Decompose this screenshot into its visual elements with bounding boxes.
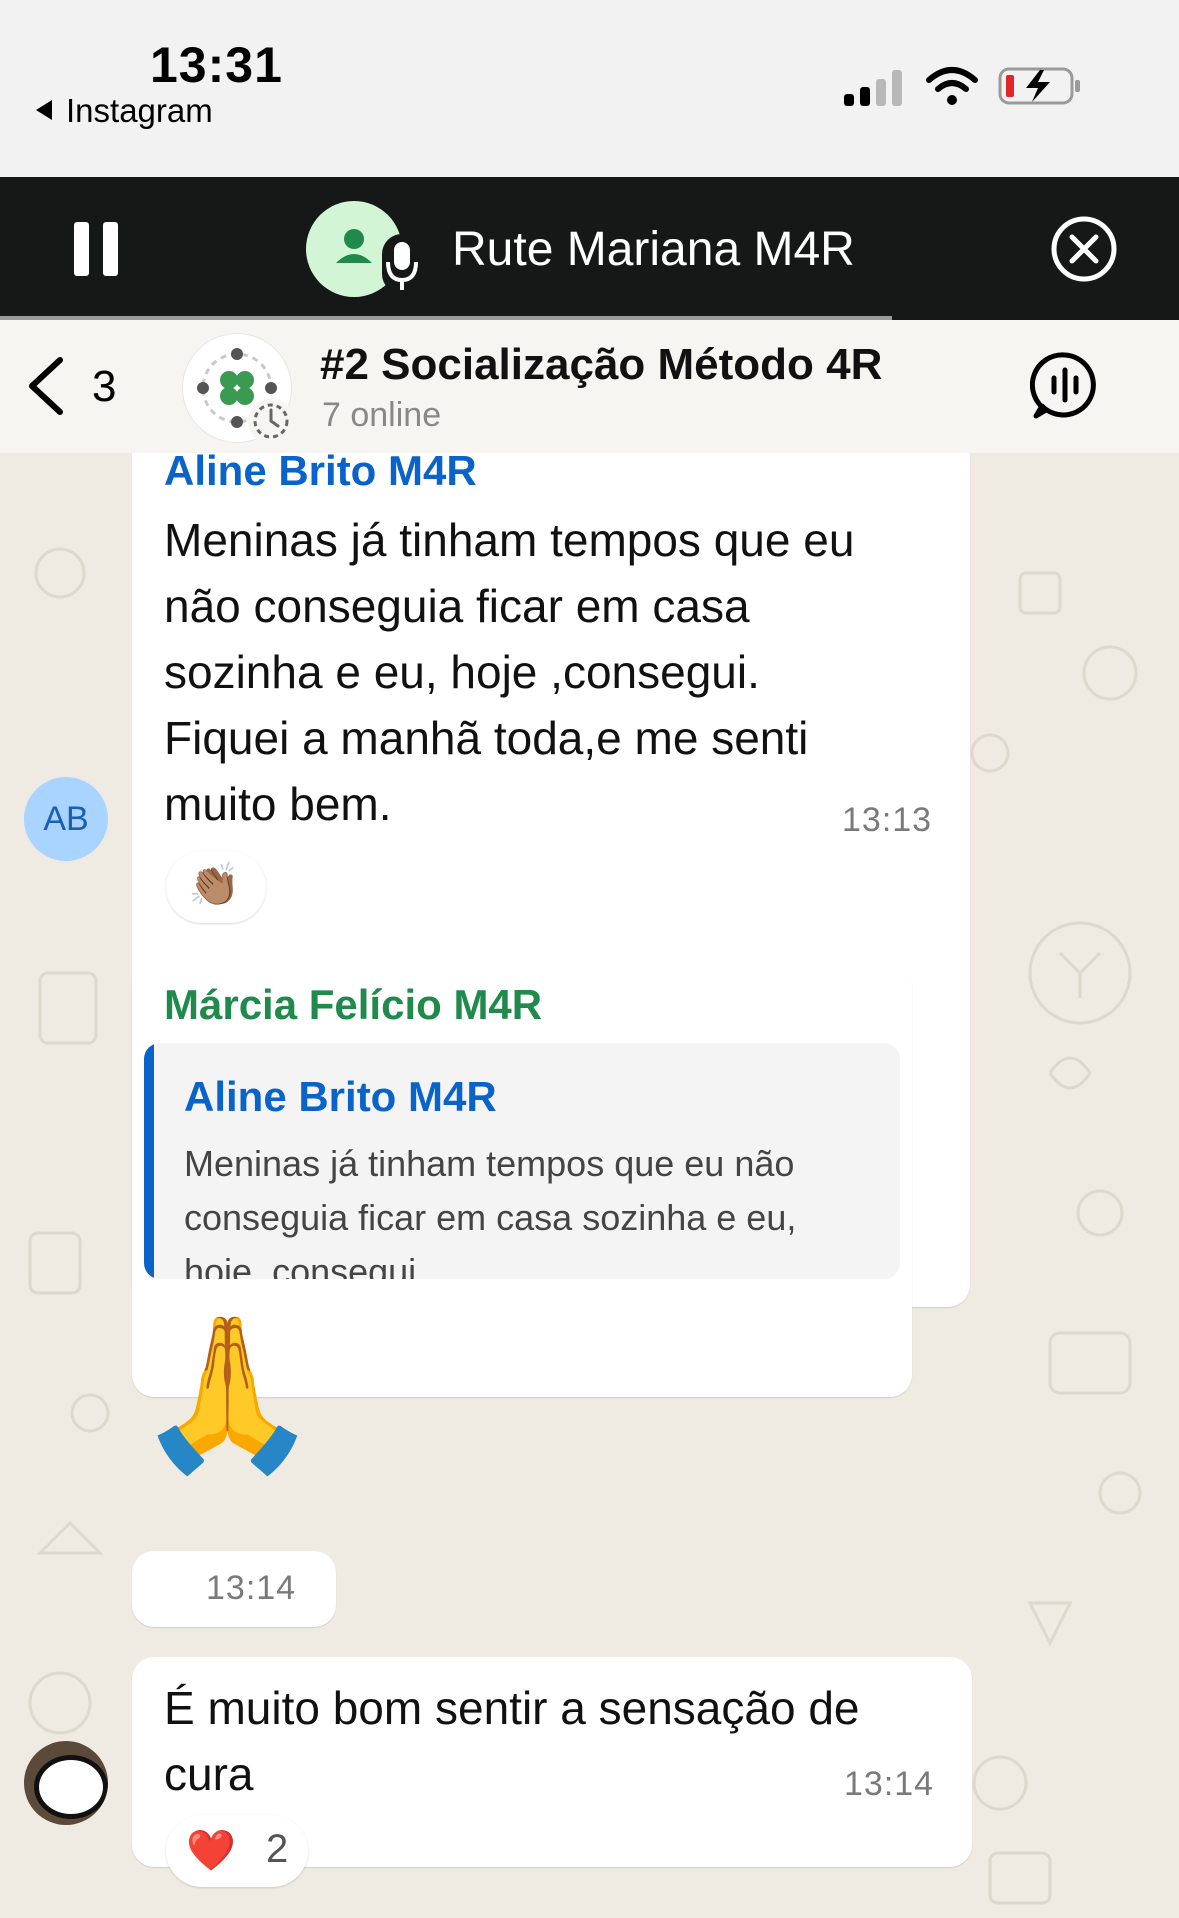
avatar-photo-shape <box>34 1755 108 1819</box>
battery-charging-icon <box>998 67 1080 105</box>
message-sender-name[interactable]: Márcia Felício M4R <box>164 981 542 1029</box>
pause-icon[interactable] <box>74 222 118 276</box>
status-time: 13:31 <box>150 37 283 93</box>
call-participant-name: Rute Mariana M4R <box>452 223 855 276</box>
message-timestamp: 13:13 <box>842 801 933 839</box>
reaction-pill[interactable]: ❤️ 2 <box>166 1815 308 1887</box>
message-text-line: sozinha e eu, hoje ,consegui. <box>164 646 760 698</box>
message-text-line: não conseguia ficar em casa <box>164 580 750 632</box>
quoted-text-line: hoje ,consegui. <box>184 1251 427 1279</box>
wifi-icon <box>926 67 978 105</box>
signal-icon <box>844 68 904 106</box>
back-unread-count[interactable]: 3 <box>92 362 116 412</box>
group-online-status: 7 online <box>322 396 442 434</box>
chat-messages[interactable]: Aline Brito M4R Meninas já tinham tempos… <box>0 453 1179 1918</box>
quote-accent-bar <box>144 1043 154 1279</box>
quoted-text-line: Meninas já tinham tempos que eu não <box>184 1143 795 1184</box>
quoted-text-line: conseguia ficar em casa sozinha e eu, <box>184 1197 797 1238</box>
back-app-label: Instagram <box>66 92 213 129</box>
close-circle-icon[interactable] <box>1050 215 1118 283</box>
reaction-pill[interactable]: 👏🏽 <box>166 851 266 923</box>
voice-chat-icon[interactable] <box>1030 350 1100 420</box>
message-text-line: muito bem. <box>164 778 392 830</box>
timer-icon <box>248 398 294 444</box>
status-bar: 13:31 Instagram <box>0 0 1179 177</box>
reaction-count: 2 <box>266 1827 289 1871</box>
message-timestamp: 13:14 <box>206 1569 297 1607</box>
avatar[interactable] <box>24 1741 108 1825</box>
group-title[interactable]: #2 Socialização Método 4R <box>320 340 882 390</box>
praying-hands-emoji[interactable]: 🙏 <box>134 1298 321 1488</box>
message-text-line: Meninas já tinham tempos que eu <box>164 514 855 566</box>
quoted-sender-name: Aline Brito M4R <box>184 1073 497 1120</box>
heart-emoji: ❤️ <box>186 1829 236 1873</box>
message-text-line: É muito bom sentir a sensação de <box>164 1682 860 1734</box>
back-to-app-link[interactable]: Instagram <box>36 92 213 130</box>
avatar[interactable]: AB <box>24 777 108 861</box>
back-triangle-icon <box>36 100 52 120</box>
clapping-hands-emoji: 👏🏽 <box>188 861 241 908</box>
mic-icon <box>382 234 422 294</box>
message-text-line: Fiquei a manhã toda,e me senti <box>164 712 809 764</box>
chevron-left-icon[interactable] <box>24 354 68 418</box>
quoted-message[interactable]: Aline Brito M4R Meninas já tinham tempos… <box>144 1043 900 1279</box>
message-text-line: cura <box>164 1748 254 1800</box>
message-timestamp: 13:14 <box>844 1765 935 1803</box>
message-sender-name[interactable]: Aline Brito M4R <box>164 453 477 495</box>
